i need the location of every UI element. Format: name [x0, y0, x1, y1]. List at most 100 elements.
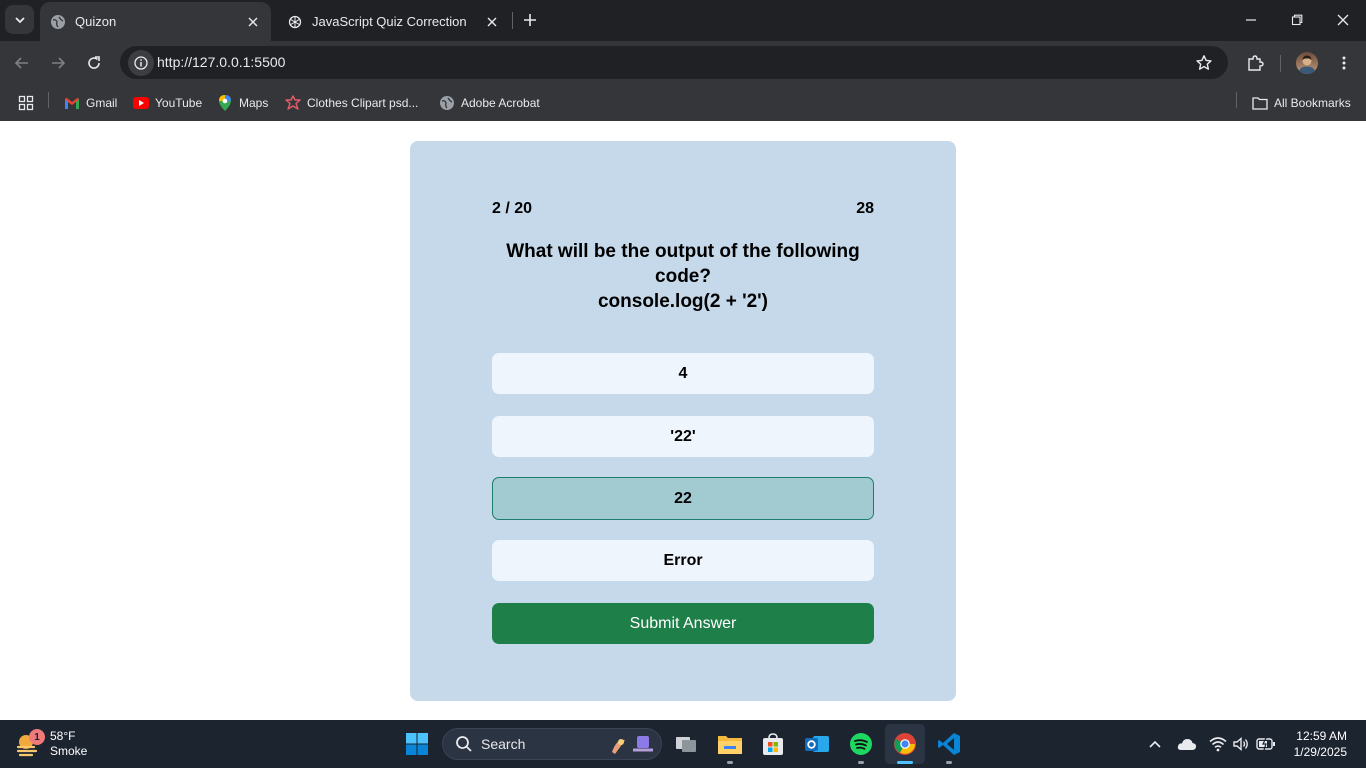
page-viewport: 2 / 20 28 What will be the output of the… [0, 121, 1366, 720]
reload-button[interactable] [80, 49, 108, 77]
search-icon [456, 736, 472, 752]
forward-button[interactable] [44, 49, 72, 77]
bookmark-label: Adobe Acrobat [461, 96, 540, 110]
outlook-icon [805, 736, 829, 752]
search-highlight-icon [612, 736, 653, 754]
apps-button[interactable] [18, 91, 40, 115]
taskbar-file-explorer[interactable] [710, 724, 750, 764]
url-text[interactable]: http://127.0.0.1:5500 [157, 54, 285, 70]
chrome-icon [894, 733, 916, 755]
address-bar[interactable]: http://127.0.0.1:5500 [120, 46, 1228, 79]
question-line: What will be the output of the following [506, 241, 860, 262]
weather-smoke-icon: 1 [14, 729, 45, 758]
question-code: console.log(2 + '2') [597, 291, 769, 312]
reload-icon [88, 56, 100, 69]
browser-toolbar: http://127.0.0.1:5500 [0, 41, 1366, 85]
browser-tab-strip: Quizon JavaScript Quiz Correction [0, 0, 1366, 41]
bookmark-star-icon[interactable] [1194, 53, 1214, 73]
tab-divider [512, 12, 513, 29]
profile-avatar[interactable] [1296, 52, 1318, 74]
bookmarks-bar: Gmail YouTube Maps Clothes Clipart psd..… [0, 85, 1366, 121]
maps-icon [217, 95, 233, 111]
restore-button[interactable] [1274, 0, 1320, 40]
task-view-icon [676, 737, 696, 752]
wifi-icon[interactable] [1206, 732, 1230, 756]
bookmark-clothes-clipart[interactable]: Clothes Clipart psd... [285, 91, 418, 115]
tab-title: Quizon [75, 14, 117, 29]
vscode-icon [938, 733, 960, 755]
clipart-icon [285, 95, 301, 111]
start-button[interactable] [397, 724, 437, 764]
extensions-button[interactable] [1241, 49, 1269, 77]
minimize-button[interactable] [1228, 0, 1274, 40]
chatgpt-icon [287, 14, 303, 30]
browser-menu-button[interactable] [1330, 49, 1358, 77]
answer-option-3-selected[interactable]: 22 [492, 477, 874, 520]
answer-option-2[interactable]: '22' [492, 416, 874, 457]
task-view-button[interactable] [666, 724, 706, 764]
bookmark-maps[interactable]: Maps [217, 91, 268, 115]
chevron-down-icon [14, 16, 25, 23]
folder-icon [718, 736, 742, 754]
arrow-left-icon [14, 57, 28, 69]
running-indicator [858, 761, 864, 764]
taskbar-microsoft-store[interactable] [753, 724, 793, 764]
toolbar-divider [1280, 55, 1281, 72]
weather-temp: 58°F [50, 729, 76, 743]
bookmark-gmail[interactable]: Gmail [64, 91, 117, 115]
globe-icon [439, 95, 455, 111]
close-window-button[interactable] [1320, 0, 1366, 40]
system-clock[interactable]: 12:59 AM 1/29/2025 [1294, 728, 1347, 760]
onedrive-icon[interactable] [1175, 732, 1199, 756]
bookmark-youtube[interactable]: YouTube [133, 91, 202, 115]
gmail-icon [64, 95, 80, 111]
back-button[interactable] [8, 49, 36, 77]
taskbar: 1 58°F Smoke Search 12:59 AM 1/29/2025 [0, 720, 1366, 768]
tab-javascript-quiz-correction[interactable]: JavaScript Quiz Correction [277, 2, 510, 41]
submit-answer-button[interactable]: Submit Answer [492, 603, 874, 644]
timer: 28 [856, 200, 874, 217]
tab-search-button[interactable] [5, 5, 34, 34]
battery-charging-icon[interactable] [1254, 732, 1278, 756]
show-hidden-icons-button[interactable] [1143, 732, 1167, 756]
new-tab-button[interactable] [518, 8, 542, 32]
volume-icon[interactable] [1229, 732, 1253, 756]
taskbar-spotify[interactable] [841, 724, 881, 764]
answer-option-1[interactable]: 4 [492, 353, 874, 394]
tab-title: JavaScript Quiz Correction [312, 14, 467, 29]
question-line: code? [655, 266, 711, 287]
spotify-icon [850, 733, 872, 755]
close-tab-icon[interactable] [245, 14, 261, 30]
weather-condition: Smoke [50, 744, 88, 758]
taskbar-outlook[interactable] [797, 724, 837, 764]
windows-icon [406, 733, 428, 755]
taskbar-vscode[interactable] [929, 724, 969, 764]
youtube-icon [133, 95, 149, 111]
question-counter: 2 / 20 [492, 200, 533, 217]
close-icon [1337, 14, 1349, 26]
chevron-up-icon [1149, 740, 1161, 748]
taskbar-search[interactable]: Search [442, 728, 662, 760]
taskbar-chrome[interactable] [885, 724, 925, 764]
globe-icon [50, 14, 66, 30]
site-info-icon[interactable] [128, 50, 154, 76]
close-tab-icon[interactable] [484, 14, 500, 30]
tab-quizon[interactable]: Quizon [40, 2, 271, 41]
running-indicator [946, 761, 952, 764]
search-placeholder: Search [481, 736, 526, 752]
clock-date: 1/29/2025 [1293, 745, 1347, 759]
active-indicator [897, 761, 913, 764]
bookmark-label: YouTube [155, 96, 203, 110]
weather-text: 58°F Smoke [50, 729, 87, 759]
folder-icon [1252, 95, 1268, 111]
plus-icon [524, 14, 536, 26]
bookmark-label: Maps [239, 96, 269, 110]
all-bookmarks-button[interactable]: All Bookmarks [1252, 91, 1351, 115]
bookmark-adobe-acrobat[interactable]: Adobe Acrobat [439, 91, 540, 115]
quiz-card: 2 / 20 28 What will be the output of the… [410, 141, 956, 701]
minimize-icon [1246, 19, 1256, 21]
puzzle-icon [1248, 55, 1264, 71]
bookmark-label: Gmail [86, 96, 118, 110]
weather-widget[interactable]: 1 58°F Smoke [14, 726, 87, 762]
answer-option-4[interactable]: Error [492, 540, 874, 581]
